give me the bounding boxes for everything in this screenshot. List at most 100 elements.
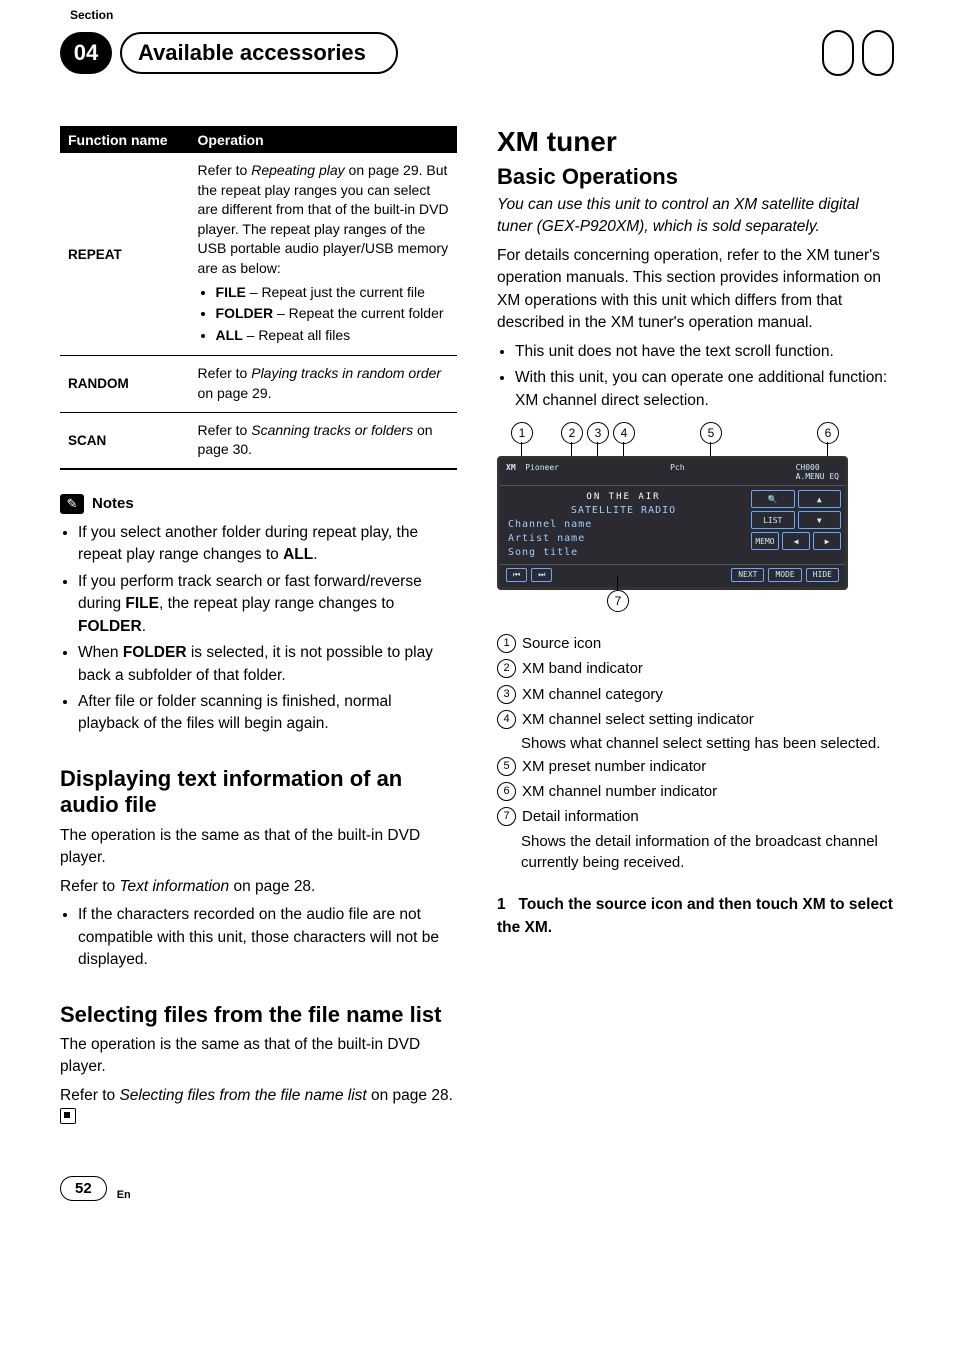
col-header-name: Function name	[68, 132, 198, 148]
list-item: If the characters recorded on the audio …	[78, 904, 457, 971]
bold: ALL	[216, 327, 243, 343]
callout-6: 6	[817, 422, 839, 444]
text: If you select another folder during repe…	[78, 524, 418, 563]
bullet-list: If the characters recorded on the audio …	[78, 904, 457, 971]
bold: FOLDER	[216, 305, 274, 321]
text: – Repeat all files	[243, 327, 350, 343]
table-row: REPEAT Refer to Repeating play on page 2…	[60, 152, 457, 355]
screen-pioneer: Pioneer	[525, 463, 559, 472]
paragraph: The operation is the same as that of the…	[60, 825, 457, 870]
end-mark-icon	[60, 1108, 76, 1124]
right-icon: ▶	[813, 532, 841, 550]
screen-satellite: SATELLITE RADIO	[508, 505, 739, 516]
legend-text: XM channel number indicator	[522, 780, 894, 803]
bold: FILE	[125, 595, 159, 612]
legend-num-2: 2	[497, 659, 516, 678]
legend-num-6: 6	[497, 782, 516, 801]
notes-label: Notes	[92, 495, 134, 512]
text: When	[78, 644, 123, 661]
list-item: When FOLDER is selected, it is not possi…	[78, 642, 457, 687]
section-title: Available accessories	[120, 32, 398, 74]
notes-list: If you select another folder during repe…	[78, 522, 457, 736]
step-text: Touch the source icon and then touch XM …	[497, 896, 893, 935]
header-blank-left	[822, 30, 854, 76]
table-header-row: Function name Operation	[60, 128, 457, 152]
page-number: 52	[60, 1176, 107, 1201]
language-label: En	[117, 1189, 131, 1201]
xm-bullet-list: This unit does not have the text scroll …	[515, 341, 894, 412]
callout-4: 4	[613, 422, 635, 444]
pencil-icon: ✎	[60, 494, 84, 514]
table-row: SCAN Refer to Scanning tracks or folders…	[60, 412, 457, 468]
step-number: 1	[497, 896, 506, 913]
text: on page 29. But the repeat play ranges y…	[198, 162, 449, 276]
left-icon: ◀	[782, 532, 810, 550]
text-italic: Playing tracks in random order	[251, 365, 441, 381]
list-item: This unit does not have the text scroll …	[515, 341, 894, 363]
paragraph: The operation is the same as that of the…	[60, 1034, 457, 1079]
callout-7: 7	[607, 590, 629, 612]
page-footer: 52 En	[60, 1176, 894, 1201]
list-item: After file or folder scanning is finishe…	[78, 691, 457, 736]
section-number-badge: 04	[60, 32, 112, 74]
legend-text: Source icon	[522, 632, 894, 655]
text: .	[142, 618, 146, 635]
func-name-random: RANDOM	[68, 376, 198, 391]
table-row: RANDOM Refer to Playing tracks in random…	[60, 355, 457, 411]
screen-menu: A.MENU	[796, 472, 825, 481]
list-item: With this unit, you can operate one addi…	[515, 367, 894, 412]
bold: FOLDER	[123, 644, 187, 661]
legend-num-1: 1	[497, 634, 516, 653]
legend-text: Detail information	[522, 805, 894, 828]
list-item: FILE – Repeat just the current file	[216, 283, 449, 303]
text-italic: Text information	[119, 878, 229, 895]
intro-paragraph: For details concerning operation, refer …	[497, 245, 894, 335]
list-button: LIST	[751, 511, 795, 529]
screen-xm-band: XM	[506, 463, 516, 472]
intro-italic: You can use this unit to control an XM s…	[497, 194, 894, 239]
heading-displaying-text: Displaying text information of an audio …	[60, 766, 457, 819]
screen-on-air: ON THE AIR	[508, 492, 739, 502]
text: Refer to	[198, 162, 252, 178]
prev-icon: ⏮	[506, 568, 527, 582]
screen-artist-name: Artist name	[508, 533, 739, 544]
hide-button: HIDE	[806, 568, 839, 582]
callout-2: 2	[561, 422, 583, 444]
col-header-operation: Operation	[198, 132, 449, 148]
down-icon: ▼	[798, 511, 842, 529]
legend-num-3: 3	[497, 685, 516, 704]
func-name-repeat: REPEAT	[68, 247, 198, 262]
legend-num-5: 5	[497, 757, 516, 776]
xm-screen-diagram: 1 2 3 4 5 6 XM Pioneer Pch	[497, 422, 847, 626]
text: Refer to	[198, 365, 252, 381]
func-name-scan: SCAN	[68, 433, 198, 448]
bold: FILE	[216, 284, 246, 300]
header-blank-right	[862, 30, 894, 76]
screen-channel-name: Channel name	[508, 519, 739, 530]
text-italic: Repeating play	[251, 162, 344, 178]
function-table: Function name Operation REPEAT Refer to …	[60, 126, 457, 470]
legend-subtext: Shows what channel select setting has be…	[521, 733, 894, 755]
list-item: FOLDER – Repeat the current folder	[216, 304, 449, 324]
header: Section 04 Available accessories	[60, 30, 894, 76]
next-track-icon: ⏭	[531, 568, 552, 582]
memo-button: MEMO	[751, 532, 779, 550]
legend-text: XM channel select setting indicator	[522, 708, 894, 731]
notes-heading: ✎ Notes	[60, 494, 457, 514]
func-op-repeat: Refer to Repeating play on page 29. But …	[198, 161, 449, 347]
paragraph: Refer to Text information on page 28.	[60, 876, 457, 898]
up-icon: ▲	[798, 490, 842, 508]
screen-eq: EQ	[829, 472, 839, 481]
heading-xm-tuner: XM tuner	[497, 126, 894, 158]
text: on page 28.	[367, 1087, 453, 1104]
bold: FOLDER	[78, 618, 142, 635]
list-item: If you perform track search or fast forw…	[78, 571, 457, 638]
next-button: NEXT	[731, 568, 764, 582]
func-op-random: Refer to Playing tracks in random order …	[198, 364, 449, 403]
legend-num-7: 7	[497, 807, 516, 826]
legend-text: XM band indicator	[522, 657, 894, 680]
xm-screen-mock: XM Pioneer Pch CH000 A.MENU EQ ON THE AI…	[497, 456, 848, 590]
callout-5: 5	[700, 422, 722, 444]
text: , the repeat play range changes to	[159, 595, 394, 612]
text: Refer to	[198, 422, 252, 438]
